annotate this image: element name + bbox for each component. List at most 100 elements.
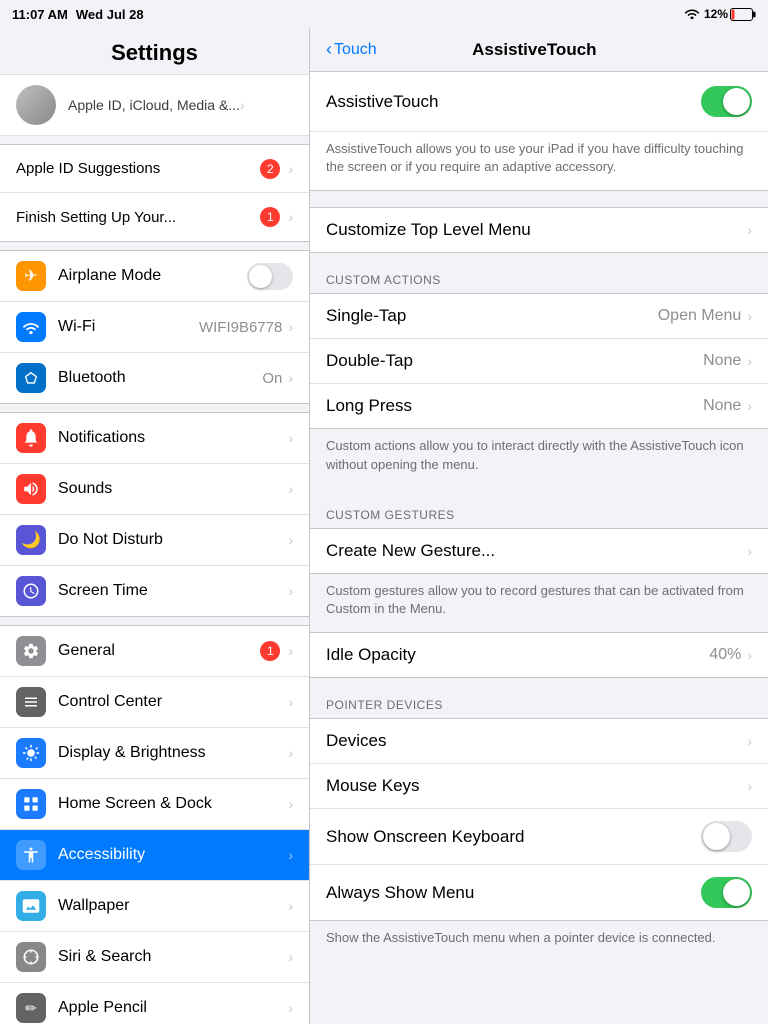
custom-actions-group: Single-Tap Open Menu › Double-Tap None ›… — [310, 293, 768, 429]
sidebar-label: General — [58, 642, 260, 660]
devices-row[interactable]: Devices › — [310, 719, 768, 764]
toggle-knob — [703, 823, 730, 850]
sidebar-chevron: › — [288, 745, 293, 761]
sidebar-item-wifi[interactable]: Wi-Fi WIFI9B6778 › — [0, 302, 309, 353]
panel-content: AssistiveTouch AssistiveTouch allows you… — [310, 72, 768, 1024]
sidebar-item-airplane-mode[interactable]: ✈ Airplane Mode — [0, 251, 309, 302]
status-icons: 12% — [684, 7, 756, 22]
sidebar-section-0: Apple ID Suggestions 2 › Finish Setting … — [0, 144, 309, 242]
wifi-value: WIFI9B6778 — [199, 319, 282, 336]
sidebar-item-sounds[interactable]: Sounds › — [0, 464, 309, 515]
status-date: Wed Jul 28 — [76, 7, 144, 22]
panel-title: AssistiveTouch — [377, 40, 692, 60]
sidebar-label: Notifications — [58, 429, 288, 447]
mouse-keys-chevron: › — [747, 778, 752, 794]
sidebar-item-display-brightness[interactable]: Display & Brightness › — [0, 728, 309, 779]
sidebar-item-bluetooth[interactable]: ⬠ Bluetooth On › — [0, 353, 309, 403]
sidebar-label: Apple ID Suggestions — [16, 160, 260, 177]
sidebar-item-screen-time[interactable]: Screen Time › — [0, 566, 309, 616]
battery-percent: 12% — [704, 7, 728, 21]
right-panel: ‹ Touch AssistiveTouch AssistiveTouch As… — [310, 28, 768, 1024]
assistivetouch-toggle-row: AssistiveTouch — [310, 72, 768, 132]
pencil-icon: ✏ — [16, 993, 46, 1023]
sidebar-badge: 1 — [260, 207, 280, 227]
toggle-knob — [723, 88, 750, 115]
single-tap-row[interactable]: Single-Tap Open Menu › — [310, 294, 768, 339]
sidebar-item-do-not-disturb[interactable]: 🌙 Do Not Disturb › — [0, 515, 309, 566]
sidebar-label: Accessibility — [58, 846, 288, 864]
sidebar-label: Airplane Mode — [58, 267, 247, 285]
sidebar-item-control-center[interactable]: Control Center › — [0, 677, 309, 728]
assistivetouch-section: AssistiveTouch AssistiveTouch allows you… — [310, 72, 768, 191]
show-onscreen-keyboard-toggle[interactable] — [701, 821, 752, 852]
custom-gestures-group: Create New Gesture... › — [310, 528, 768, 574]
sidebar-item-apple-id-suggestions[interactable]: Apple ID Suggestions 2 › — [0, 145, 309, 193]
sidebar-chevron: › — [288, 161, 293, 177]
custom-gestures-description: Custom gestures allow you to record gest… — [310, 574, 768, 632]
sidebar-account-row[interactable]: Apple ID, iCloud, Media &... › — [0, 74, 309, 136]
create-gesture-label: Create New Gesture... — [326, 541, 747, 561]
bluetooth-icon: ⬠ — [16, 363, 46, 393]
sidebar-chevron: › — [288, 532, 293, 548]
sidebar-chevron: › — [288, 898, 293, 914]
sounds-icon — [16, 474, 46, 504]
main-area: Settings Apple ID, iCloud, Media &... › … — [0, 28, 768, 1024]
control-center-icon — [16, 687, 46, 717]
back-label: Touch — [334, 41, 377, 59]
display-icon — [16, 738, 46, 768]
sidebar-item-finish-setup[interactable]: Finish Setting Up Your... 1 › — [0, 193, 309, 241]
sidebar-section-network: ✈ Airplane Mode Wi-Fi WIFI9B6778 › ⬠ Blu… — [0, 250, 309, 404]
sidebar-chevron: › — [288, 370, 293, 386]
sidebar-chevron: › — [288, 209, 293, 225]
sidebar-label: Screen Time — [58, 582, 288, 600]
sidebar-label: Display & Brightness — [58, 744, 288, 762]
customize-menu-row[interactable]: Customize Top Level Menu › — [310, 208, 768, 252]
sidebar-label: Wi-Fi — [58, 318, 199, 336]
long-press-value: None — [703, 397, 741, 415]
back-button[interactable]: ‹ Touch — [326, 39, 377, 60]
pointer-devices-group: Devices › Mouse Keys › Show Onscreen Key… — [310, 718, 768, 921]
sidebar-label: Home Screen & Dock — [58, 795, 288, 813]
customize-menu-label: Customize Top Level Menu — [326, 220, 747, 240]
battery-icon: 12% — [704, 7, 756, 21]
sidebar-chevron: › — [288, 796, 293, 812]
sidebar-chevron: › — [288, 319, 293, 335]
sidebar-chevron: › — [288, 643, 293, 659]
panel-header: ‹ Touch AssistiveTouch — [310, 28, 768, 72]
devices-chevron: › — [747, 733, 752, 749]
screen-time-icon — [16, 576, 46, 606]
sidebar-item-apple-pencil[interactable]: ✏ Apple Pencil › — [0, 983, 309, 1024]
status-bar: 11:07 AM Wed Jul 28 12% — [0, 0, 768, 28]
sidebar-item-siri-search[interactable]: Siri & Search › — [0, 932, 309, 983]
assistivetouch-description: AssistiveTouch allows you to use your iP… — [310, 132, 768, 190]
sidebar: Settings Apple ID, iCloud, Media &... › … — [0, 28, 310, 1024]
long-press-row[interactable]: Long Press None › — [310, 384, 768, 428]
customize-menu-group: Customize Top Level Menu › — [310, 207, 768, 253]
sidebar-item-general[interactable]: General 1 › — [0, 626, 309, 677]
idle-opacity-value: 40% — [709, 646, 741, 664]
sidebar-item-accessibility[interactable]: Accessibility › — [0, 830, 309, 881]
always-show-menu-toggle[interactable] — [701, 877, 752, 908]
assistivetouch-toggle[interactable] — [701, 86, 752, 117]
sidebar-chevron: › — [288, 583, 293, 599]
idle-opacity-row[interactable]: Idle Opacity 40% › — [310, 633, 768, 677]
sidebar-item-home-screen[interactable]: Home Screen & Dock › — [0, 779, 309, 830]
single-tap-chevron: › — [747, 308, 752, 324]
wifi-settings-icon — [16, 312, 46, 342]
double-tap-row[interactable]: Double-Tap None › — [310, 339, 768, 384]
create-gesture-row[interactable]: Create New Gesture... › — [310, 529, 768, 573]
sidebar-item-wallpaper[interactable]: Wallpaper › — [0, 881, 309, 932]
custom-gestures-header: CUSTOM GESTURES — [310, 488, 768, 528]
sidebar-title: Settings — [0, 28, 309, 74]
show-onscreen-keyboard-row: Show Onscreen Keyboard — [310, 809, 768, 865]
sidebar-label: Finish Setting Up Your... — [16, 209, 260, 226]
sidebar-item-notifications[interactable]: Notifications › — [0, 413, 309, 464]
custom-actions-header: CUSTOM ACTIONS — [310, 253, 768, 293]
mouse-keys-row[interactable]: Mouse Keys › — [310, 764, 768, 809]
notifications-icon — [16, 423, 46, 453]
idle-opacity-label: Idle Opacity — [326, 645, 709, 665]
custom-actions-description: Custom actions allow you to interact dir… — [310, 429, 768, 487]
double-tap-value: None — [703, 352, 741, 370]
airplane-toggle[interactable] — [247, 263, 293, 290]
back-chevron-icon: ‹ — [326, 39, 332, 60]
